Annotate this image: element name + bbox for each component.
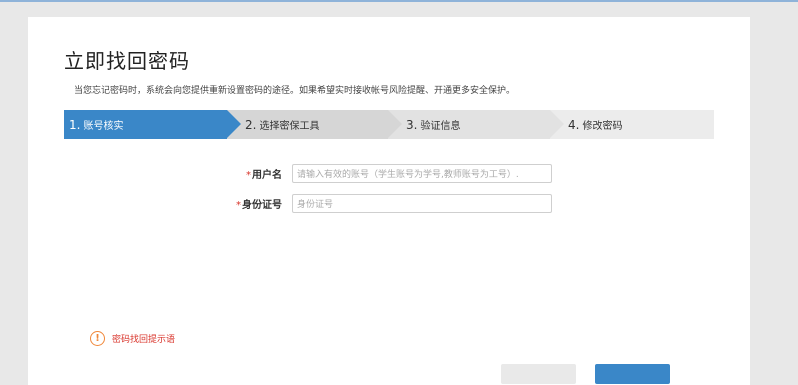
exclamation-circle-icon: !	[90, 331, 105, 346]
step-verify-account: 1. 账号核实	[64, 110, 241, 139]
username-input[interactable]: 请输入有效的账号（学生账号为学号,教师账号为工号）.	[292, 164, 552, 183]
step-number: 1.	[69, 118, 81, 132]
step-label: 选择密保工具	[259, 121, 320, 132]
required-mark: *	[246, 170, 251, 181]
step-number: 4.	[568, 118, 580, 132]
step-number: 3.	[406, 118, 418, 132]
id-number-label: *身份证号	[236, 200, 282, 211]
password-recovery-panel: 立即找回密码 当您忘记密码时，系统会向您提供重新设置密码的途径。如果希望实时接收…	[28, 17, 750, 385]
required-mark: *	[236, 200, 241, 211]
step-choose-security-tool: 2. 选择密保工具	[227, 110, 402, 139]
page-description: 当您忘记密码时，系统会向您提供重新设置密码的途径。如果希望实时接收帐号风险提醒、…	[74, 86, 516, 96]
username-label: *用户名	[246, 170, 282, 181]
step-progress-bar: 1. 账号核实 2. 选择密保工具 3. 验证信息 4. 修改密码	[64, 110, 714, 139]
step-verify-info: 3. 验证信息	[388, 110, 564, 139]
page-title: 立即找回密码	[64, 49, 190, 73]
step-label: 修改密码	[582, 121, 623, 132]
id-number-input[interactable]: 身份证号	[292, 194, 552, 213]
step-number: 2.	[245, 118, 257, 132]
username-placeholder: 请输入有效的账号（学生账号为学号,教师账号为工号）.	[297, 170, 519, 180]
id-number-placeholder: 身份证号	[297, 200, 334, 210]
top-border	[0, 0, 798, 2]
password-hint: ! 密码找回提示语	[90, 331, 175, 346]
next-button[interactable]	[595, 364, 670, 384]
step-change-password: 4. 修改密码	[550, 110, 714, 139]
secondary-button[interactable]	[501, 364, 576, 384]
hint-text: 密码找回提示语	[112, 335, 176, 345]
step-label: 验证信息	[420, 121, 461, 132]
step-label: 账号核实	[83, 121, 124, 132]
